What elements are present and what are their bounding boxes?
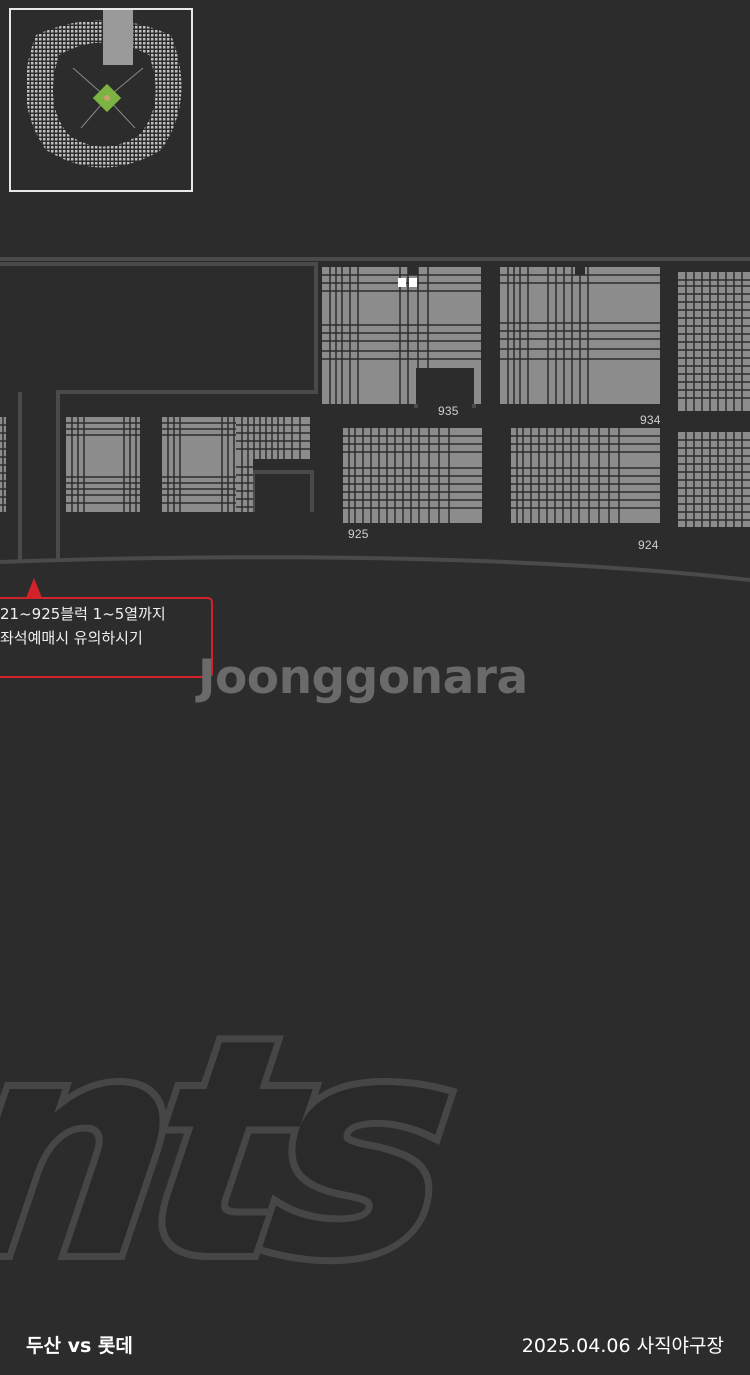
seat-block[interactable] — [678, 272, 750, 411]
seat-block[interactable] — [0, 417, 6, 512]
block-label-924: 924 — [638, 538, 659, 552]
seat-notice-box: 21~925블럭 1~5열까지 좌석예매시 유의하시기 — [0, 597, 213, 678]
selected-seat[interactable] — [398, 278, 406, 287]
notice-line-1: 21~925블럭 1~5열까지 — [0, 605, 166, 623]
block-label-925: 925 — [348, 527, 369, 541]
stadium-overview-icon — [25, 10, 182, 168]
block-notch — [408, 267, 418, 275]
seat-block[interactable] — [678, 432, 750, 527]
seat-block[interactable] — [236, 417, 310, 459]
seat-block[interactable] — [511, 428, 660, 523]
block-label-935: 935 — [438, 404, 459, 418]
stadium-minimap[interactable] — [9, 8, 193, 192]
match-title: 두산 vs 롯데 — [26, 1335, 133, 1357]
seat-block[interactable] — [236, 459, 253, 512]
seat-block[interactable] — [343, 428, 482, 523]
date-venue: 2025.04.06 사직야구장 — [521, 1335, 724, 1357]
seat-block[interactable] — [500, 267, 660, 404]
seat-block-area[interactable] — [66, 417, 140, 512]
block-label-934: 934 — [640, 413, 661, 427]
seat-block[interactable] — [66, 417, 140, 512]
seat-block[interactable] — [162, 417, 236, 512]
block-notch — [575, 267, 585, 275]
seat-block-area[interactable] — [162, 417, 236, 512]
aisle-cutout — [416, 368, 474, 404]
seat-block-area[interactable] — [236, 417, 310, 459]
selected-seat[interactable] — [409, 278, 417, 287]
notice-pointer-icon — [26, 578, 42, 598]
joonggonara-watermark: Joonggonara — [198, 650, 528, 705]
seat-map-screen: nts 935 934 925 924 21~925블럭 1~5열까지 좌석예매… — [0, 0, 750, 1375]
notice-line-2: 좌석예매시 유의하시기 — [0, 629, 143, 647]
seat-blocks[interactable] — [0, 267, 750, 527]
